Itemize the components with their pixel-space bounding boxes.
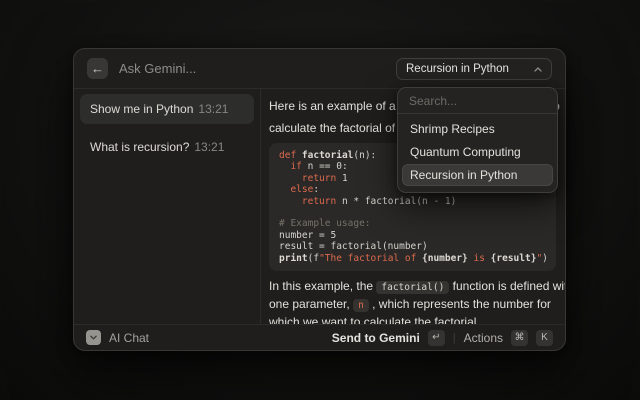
code-line <box>279 207 546 218</box>
code-line: number = 5 <box>279 230 546 241</box>
dropdown-option-list: Shrimp RecipesQuantum ComputingRecursion… <box>398 114 557 192</box>
inline-code: n <box>353 299 369 312</box>
k-key-badge: K <box>536 330 553 346</box>
model-selector-value: Recursion in Python <box>406 63 528 75</box>
chevron-down-icon <box>90 335 97 340</box>
model-selector-button[interactable]: Recursion in Python <box>396 58 552 80</box>
text-segment: In this example, the <box>269 279 376 293</box>
outro-line: which we want to calculate the factorial… <box>269 314 552 324</box>
app-label: AI Chat <box>109 331 149 345</box>
model-dropdown-panel: Shrimp RecipesQuantum ComputingRecursion… <box>397 87 558 193</box>
chevron-up-icon <box>534 67 542 72</box>
footer-bar: AI Chat Send to Gemini ↵ | Actions ⌘ K <box>74 324 565 350</box>
ai-chat-icon <box>86 330 101 345</box>
send-to-gemini-button[interactable]: Send to Gemini <box>332 331 420 345</box>
chat-history-item[interactable]: What is recursion? 13:21 <box>80 132 254 162</box>
window-header: ← Recursion in Python <box>74 49 565 89</box>
outro-paragraph: In this example, the factorial() functio… <box>269 278 552 324</box>
back-button[interactable]: ← <box>87 58 108 79</box>
chat-history-list: Show me in Python13:21What is recursion?… <box>80 94 254 162</box>
dropdown-option[interactable]: Recursion in Python <box>402 164 553 186</box>
back-arrow-icon: ← <box>91 61 104 76</box>
inline-code: factorial() <box>376 281 449 294</box>
dropdown-option[interactable]: Quantum Computing <box>402 141 553 163</box>
chat-time: 13:21 <box>198 102 228 116</box>
code-line: print(f"The factorial of {number} is {re… <box>279 253 546 264</box>
chat-history-item[interactable]: Show me in Python 13:21 <box>80 94 254 124</box>
enter-key-badge: ↵ <box>428 330 445 346</box>
text-segment: , which represents the number for <box>369 297 551 311</box>
chat-title: What is recursion? <box>90 140 189 154</box>
text-segment: which we want to calculate the factorial… <box>269 315 480 324</box>
chat-history-sidebar: Show me in Python13:21What is recursion?… <box>74 89 261 324</box>
dropdown-option[interactable]: Shrimp Recipes <box>402 118 553 140</box>
chat-time: 13:21 <box>194 140 224 154</box>
desktop-background: ← Recursion in Python Show me in Python 1… <box>0 0 640 400</box>
dropdown-search-input[interactable] <box>398 88 557 113</box>
code-line: result = factorial(number) <box>279 241 546 252</box>
cmd-key-badge: ⌘ <box>511 330 528 346</box>
code-line: return n * factorial(n - 1) <box>279 196 546 207</box>
code-line: # Example usage: <box>279 218 546 229</box>
outro-line: In this example, the factorial() functio… <box>269 278 552 296</box>
actions-button[interactable]: Actions <box>464 331 503 345</box>
outro-line: one parameter, n , which represents the … <box>269 296 552 314</box>
text-segment: function is defined with <box>449 279 565 293</box>
chat-title: Show me in Python <box>90 102 193 116</box>
ask-gemini-window: ← Recursion in Python Show me in Python 1… <box>73 48 566 351</box>
footer-separator: | <box>453 332 456 344</box>
text-segment: one parameter, <box>269 297 353 311</box>
